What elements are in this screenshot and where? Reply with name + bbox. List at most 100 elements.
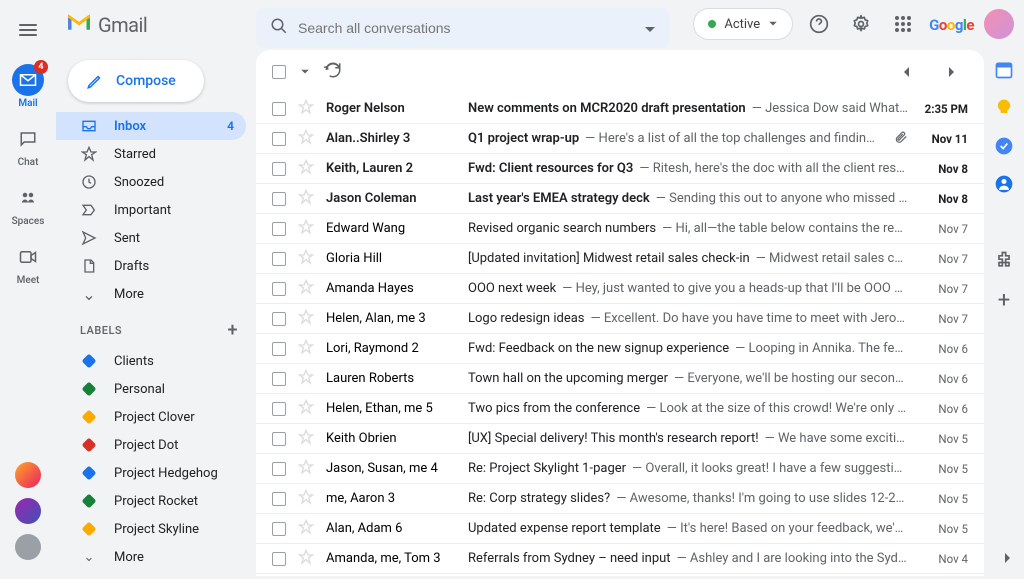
apps-button[interactable] (887, 8, 919, 40)
add-label-button[interactable]: + (228, 320, 239, 341)
main-menu-button[interactable] (8, 10, 48, 50)
row-checkbox[interactable] (272, 492, 286, 506)
email-row[interactable]: Keith Obrien [UX] Special delivery! This… (256, 424, 984, 454)
prev-page-button[interactable] (890, 56, 922, 88)
keep-app-icon[interactable] (994, 98, 1014, 118)
row-checkbox[interactable] (272, 162, 286, 176)
email-row[interactable]: Gloria Hill [Updated invitation] Midwest… (256, 244, 984, 274)
star-icon[interactable] (298, 429, 314, 449)
row-checkbox[interactable] (272, 402, 286, 416)
row-checkbox[interactable] (272, 312, 286, 326)
sender: me, Aaron 3 (326, 491, 456, 506)
left-rail: 4 Mail Chat Spaces Meet (0, 0, 56, 576)
row-checkbox[interactable] (272, 342, 286, 356)
row-checkbox[interactable] (272, 282, 286, 296)
rail-chat[interactable]: Chat (0, 123, 56, 168)
google-logo[interactable]: Google (929, 15, 974, 34)
star-icon[interactable] (298, 189, 314, 209)
user-avatar[interactable] (984, 9, 1014, 39)
email-row[interactable]: Helen, Ethan, me 5 Two pics from the con… (256, 394, 984, 424)
email-row[interactable]: Jason Coleman Last year's EMEA strategy … (256, 184, 984, 214)
sidebar-label-project-hedgehog[interactable]: Project Hedgehog (56, 459, 246, 487)
star-icon[interactable] (298, 99, 314, 119)
active-status-chip[interactable]: Active (693, 8, 793, 40)
help-button[interactable] (803, 8, 835, 40)
gmail-logo[interactable]: Gmail (66, 12, 147, 38)
sidebar-labels-more[interactable]: ⌄ More (56, 543, 246, 571)
refresh-button[interactable] (324, 61, 342, 83)
mail-badge: 4 (34, 60, 48, 74)
star-icon[interactable] (298, 519, 314, 539)
email-row[interactable]: Jason, Susan, me 4 Re: Project Skylight … (256, 454, 984, 484)
row-checkbox[interactable] (272, 132, 286, 146)
sidebar-item-important[interactable]: Important (56, 196, 246, 224)
add-button[interactable]: + (994, 288, 1014, 308)
star-icon[interactable] (298, 159, 314, 179)
sidebar-item-inbox[interactable]: Inbox4 (56, 112, 246, 140)
star-icon[interactable] (298, 549, 314, 569)
avatar[interactable] (15, 498, 41, 524)
settings-button[interactable] (845, 8, 877, 40)
refresh-icon (324, 61, 342, 79)
rail-spaces[interactable]: Spaces (0, 182, 56, 227)
side-panel-toggle[interactable] (1002, 549, 1014, 568)
star-icon[interactable] (298, 249, 314, 269)
sidebar-label-project-dot[interactable]: Project Dot (56, 431, 246, 459)
star-icon[interactable] (298, 339, 314, 359)
row-checkbox[interactable] (272, 462, 286, 476)
row-checkbox[interactable] (272, 102, 286, 116)
select-dropdown-icon[interactable] (300, 69, 310, 75)
sidebar-item-sent[interactable]: Sent (56, 224, 246, 252)
label-icon (80, 522, 98, 536)
sidebar-item-more[interactable]: ⌄More (56, 280, 246, 308)
email-row[interactable]: Keith, Lauren 2 Fwd: Client resources fo… (256, 154, 984, 184)
rail-mail[interactable]: 4 Mail (0, 64, 56, 109)
search-input[interactable] (298, 20, 634, 36)
select-all-checkbox[interactable] (272, 65, 286, 79)
compose-button[interactable]: Compose (68, 60, 204, 102)
email-row[interactable]: Helen, Alan, me 3 Logo redesign ideas — … (256, 304, 984, 334)
sidebar-label-project-clover[interactable]: Project Clover (56, 403, 246, 431)
sidebar-label-clients[interactable]: Clients (56, 347, 246, 375)
email-row[interactable]: Amanda, me, Tom 3 Referrals from Sydney … (256, 544, 984, 574)
row-checkbox[interactable] (272, 552, 286, 566)
sidebar-item-snoozed[interactable]: Snoozed (56, 168, 246, 196)
row-checkbox[interactable] (272, 222, 286, 236)
star-icon[interactable] (298, 309, 314, 329)
star-icon[interactable] (298, 399, 314, 419)
next-page-button[interactable] (936, 56, 968, 88)
email-row[interactable]: Lauren Roberts Town hall on the upcoming… (256, 364, 984, 394)
star-icon[interactable] (298, 279, 314, 299)
email-row[interactable]: Lori, Raymond 2 Fwd: Feedback on the new… (256, 334, 984, 364)
sidebar-label-personal[interactable]: Personal (56, 375, 246, 403)
rail-meet[interactable]: Meet (0, 241, 56, 286)
sidebar-label-project-skyline[interactable]: Project Skyline (56, 515, 246, 543)
sidebar-label-project-rocket[interactable]: Project Rocket (56, 487, 246, 515)
search-bar[interactable] (256, 8, 670, 48)
addons-button[interactable] (994, 250, 1014, 270)
star-icon[interactable] (298, 459, 314, 479)
row-checkbox[interactable] (272, 192, 286, 206)
star-icon[interactable] (298, 489, 314, 509)
row-checkbox[interactable] (272, 522, 286, 536)
sidebar-item-starred[interactable]: Starred (56, 140, 246, 168)
sidebar-item-drafts[interactable]: Drafts (56, 252, 246, 280)
email-row[interactable]: Alan, Adam 6 Updated expense report temp… (256, 514, 984, 544)
email-row[interactable]: Alan..Shirley 3 Q1 project wrap-up — Her… (256, 124, 984, 154)
contacts-app-icon[interactable] (994, 174, 1014, 194)
email-row[interactable]: Edward Wang Revised organic search numbe… (256, 214, 984, 244)
email-row[interactable]: Amanda Hayes OOO next week — Hey, just w… (256, 274, 984, 304)
search-options-icon[interactable] (644, 19, 656, 38)
star-icon[interactable] (298, 369, 314, 389)
calendar-app-icon[interactable] (994, 60, 1014, 80)
row-checkbox[interactable] (272, 432, 286, 446)
avatar[interactable] (15, 534, 41, 560)
email-row[interactable]: me, Aaron 3 Re: Corp strategy slides? — … (256, 484, 984, 514)
star-icon[interactable] (298, 219, 314, 239)
star-icon[interactable] (298, 129, 314, 149)
row-checkbox[interactable] (272, 372, 286, 386)
row-checkbox[interactable] (272, 252, 286, 266)
avatar[interactable] (15, 462, 41, 488)
email-row[interactable]: Roger Nelson New comments on MCR2020 dra… (256, 94, 984, 124)
tasks-app-icon[interactable] (994, 136, 1014, 156)
